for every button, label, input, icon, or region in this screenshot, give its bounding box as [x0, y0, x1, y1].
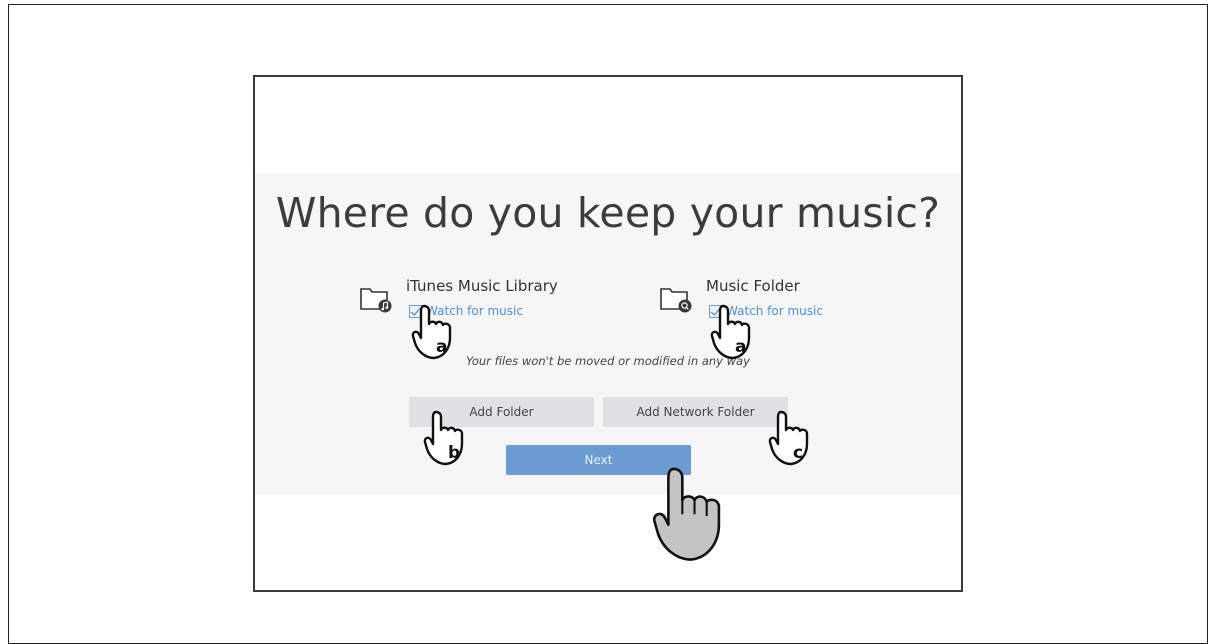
no-modify-note: Your files won't be moved or modified in… [466, 354, 750, 368]
add-folder-button[interactable]: Add Folder [409, 397, 594, 427]
itunes-watch-checkbox[interactable] [409, 304, 422, 318]
music-folder-icon [660, 288, 692, 313]
music-folder-label: Music Folder [706, 277, 800, 295]
music-folder-watch-checkbox[interactable] [709, 304, 722, 318]
itunes-watch-label[interactable]: Watch for music [426, 304, 523, 318]
music-folder-watch-toggle[interactable]: Watch for music [709, 304, 823, 318]
add-network-folder-button[interactable]: Add Network Folder [603, 397, 788, 427]
app-screen: Where do you keep your music? iTunes Mus… [253, 75, 963, 592]
page-title: Where do you keep your music? [275, 189, 941, 237]
music-folder-watch-label[interactable]: Watch for music [726, 304, 823, 318]
itunes-watch-toggle[interactable]: Watch for music [409, 304, 523, 318]
itunes-folder-icon [360, 288, 392, 313]
itunes-library-label: iTunes Music Library [406, 277, 558, 295]
next-button[interactable]: Next [506, 445, 691, 475]
